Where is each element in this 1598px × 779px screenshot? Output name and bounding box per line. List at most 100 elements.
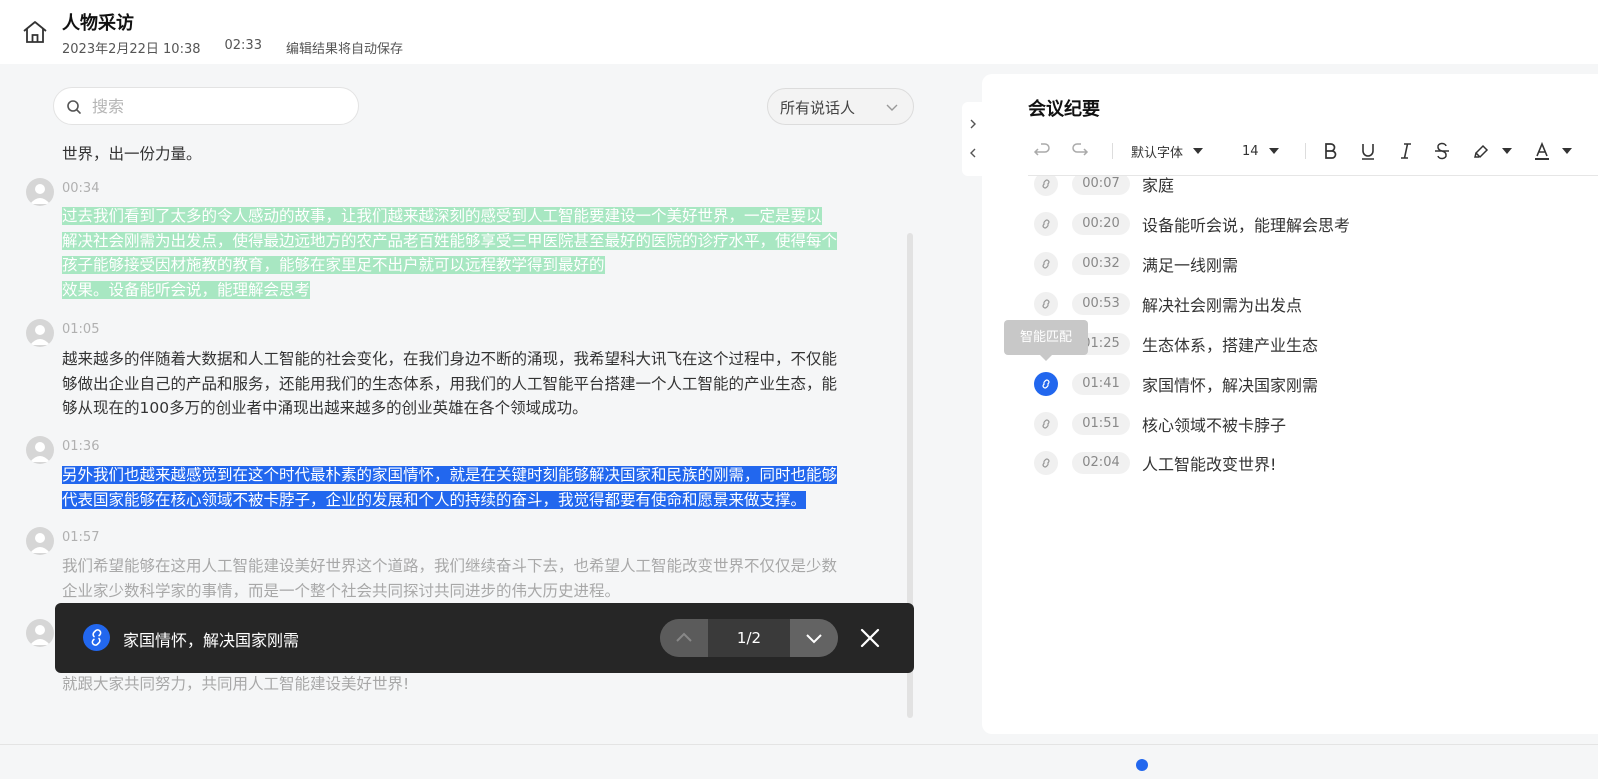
segment-text[interactable]: 另外我们也越来越感觉到在这个时代最朴素的家国情怀，就是在关键时刻能够解决国家和民… <box>62 463 888 512</box>
highlighted-text: 效果。设备能听会说，能理解会思考 <box>62 280 311 299</box>
key-point-time[interactable]: 01:41 <box>1072 373 1130 395</box>
key-point-item[interactable]: 01:51 核心领域不被卡脖子 <box>1032 411 1592 437</box>
key-points-list[interactable]: 00:07 家庭 00:20 设备能听会说，能理解会思考 00:32 满足一线刚… <box>982 176 1598 734</box>
link-icon[interactable] <box>1034 372 1058 396</box>
avatar[interactable] <box>26 527 54 555</box>
font-size-value: 14 <box>1242 143 1259 159</box>
recording-duration: 02:33 <box>224 38 262 53</box>
segment-text: 世界，出一份力量。 <box>62 145 202 163</box>
link-icon[interactable] <box>1034 292 1058 316</box>
highlighter-icon <box>1474 144 1489 159</box>
chevron-left-icon[interactable] <box>967 147 979 159</box>
key-point-time[interactable]: 00:20 <box>1072 213 1130 235</box>
toolbar-divider <box>1112 143 1113 159</box>
font-color-button[interactable] <box>1532 139 1572 163</box>
strikethrough-button[interactable] <box>1432 139 1452 163</box>
link-icon[interactable] <box>1034 252 1058 276</box>
highlight-color-button[interactable] <box>1472 139 1512 163</box>
key-point-item[interactable]: 02:04 人工智能改变世界! <box>1032 450 1592 476</box>
undo-icon <box>1033 143 1050 156</box>
recording-datetime: 2023年2月22日 10:38 <box>62 42 201 57</box>
match-navigation-bar: 家国情怀，解决国家刚需 1/2 <box>55 603 914 673</box>
key-point-label: 家国情怀，解决国家刚需 <box>1142 376 1319 395</box>
segment-timestamp[interactable]: 01:57 <box>62 530 99 545</box>
underline-button[interactable] <box>1358 139 1378 163</box>
key-point-label: 生态体系，搭建产业生态 <box>1142 336 1319 355</box>
key-point-label: 家庭 <box>1142 176 1175 195</box>
link-icon[interactable] <box>1034 412 1058 436</box>
bold-button[interactable] <box>1320 139 1340 163</box>
caret-down-icon <box>1193 148 1204 154</box>
highlighted-text: 解决社会刚需为出发点，使得最边远地方的农产品老百姓能够享受三甲医院甚至最好的医院… <box>62 231 838 250</box>
redo-button[interactable] <box>1070 139 1090 163</box>
speaker-filter-select[interactable]: 所有说话人 <box>767 88 914 125</box>
search-icon <box>67 100 81 114</box>
matched-text: 代表国家能够在核心领域不被卡脖子，企业的发展和个人的持续的奋斗，我觉得都要有使命… <box>62 490 807 509</box>
user-icon <box>30 533 50 553</box>
key-point-time[interactable]: 00:53 <box>1072 293 1130 315</box>
chevron-up-icon <box>676 632 692 642</box>
link-icon[interactable] <box>1034 212 1058 236</box>
undo-button[interactable] <box>1032 139 1052 163</box>
autosave-note: 编辑结果将自动保存 <box>285 42 403 57</box>
segment-text[interactable]: 就跟大家共同努力，共同用人工智能建设美好世界! <box>62 672 888 697</box>
segment-timestamp[interactable]: 00:34 <box>62 181 99 196</box>
match-pager: 1/2 <box>660 619 838 657</box>
segment-line: 够做出企业自己的产品和服务，还能用我们的生态体系，用我们的人工智能平台搭建一个人… <box>62 374 838 393</box>
key-point-item[interactable]: 00:20 设备能听会说，能理解会思考 <box>1032 211 1592 237</box>
segment-line: 企业家少数科学家的事情，而是一个整个社会共同探讨共同进步的伟大历史进程。 <box>62 581 621 600</box>
link-icon[interactable] <box>1034 176 1058 196</box>
user-icon <box>30 442 50 462</box>
playback-progress-handle[interactable] <box>1136 759 1148 771</box>
key-point-item[interactable]: 01:25 生态体系，搭建产业生态 <box>1032 331 1592 357</box>
meeting-minutes-panel: 会议纪要 默认字体 14 00:07 家庭 00:20 设备能听会说，能理解会思… <box>982 74 1598 734</box>
key-point-time[interactable]: 02:04 <box>1072 452 1130 474</box>
segment-text[interactable]: 越来越多的伴随着大数据和人工智能的社会变化，在我们身边不断的涌现，我希望科大讯飞… <box>62 347 888 421</box>
search-box[interactable] <box>53 87 359 125</box>
avatar[interactable] <box>26 619 54 647</box>
segment-timestamp[interactable]: 01:05 <box>62 322 99 337</box>
page-title: 人物采访 <box>62 13 134 34</box>
previous-match-button[interactable] <box>660 619 708 657</box>
search-input[interactable] <box>92 88 342 124</box>
match-text: 家国情怀，解决国家刚需 <box>123 631 300 650</box>
home-icon[interactable] <box>22 20 48 44</box>
key-point-time[interactable]: 01:51 <box>1072 413 1130 435</box>
key-point-item-active[interactable]: 01:41 家国情怀，解决国家刚需 <box>1032 371 1592 397</box>
key-point-time[interactable]: 00:07 <box>1072 176 1130 195</box>
font-size-select[interactable]: 14 <box>1242 139 1279 163</box>
key-point-label: 解决社会刚需为出发点 <box>1142 296 1303 315</box>
chevron-right-icon[interactable] <box>967 118 979 130</box>
segment-timestamp[interactable]: 01:36 <box>62 439 99 454</box>
caret-down-icon <box>1268 148 1279 154</box>
key-point-time[interactable]: 00:32 <box>1072 253 1130 275</box>
match-counter: 1/2 <box>736 629 762 647</box>
italic-icon <box>1401 143 1411 159</box>
font-color-icon <box>1535 141 1549 160</box>
recording-meta: 2023年2月22日 10:38 02:33 编辑结果将自动保存 <box>62 38 427 57</box>
key-point-item[interactable]: 00:32 满足一线刚需 <box>1032 251 1592 277</box>
link-icon[interactable] <box>1034 451 1058 475</box>
italic-button[interactable] <box>1396 139 1416 163</box>
avatar[interactable] <box>26 178 54 206</box>
key-point-label: 设备能听会说，能理解会思考 <box>1142 216 1351 235</box>
segment-text[interactable]: 我们希望能够在这用人工智能建设美好世界这个道路，我们继续奋斗下去，也希望人工智能… <box>62 554 888 603</box>
underline-icon <box>1362 144 1374 160</box>
user-icon <box>30 625 50 645</box>
avatar[interactable] <box>26 436 54 464</box>
highlighted-text: 孩子能够接受因材施教的教育，能够在家里足不出户就可以远程教学得到最好的 <box>62 256 605 274</box>
next-match-button[interactable] <box>790 619 838 657</box>
close-icon[interactable] <box>855 623 885 653</box>
avatar[interactable] <box>26 319 54 347</box>
key-point-label: 核心领域不被卡脖子 <box>1142 416 1287 435</box>
smart-match-tooltip: 智能匹配 <box>1004 320 1088 361</box>
highlighted-text: 过去我们看到了太多的令人感动的故事，让我们越来越深刻的感受到人工智能要建设一个美… <box>62 207 822 225</box>
font-family-select[interactable]: 默认字体 <box>1131 139 1204 163</box>
segment-text[interactable]: 过去我们看到了太多的令人感动的故事，让我们越来越深刻的感受到人工智能要建设一个美… <box>62 204 888 302</box>
caret-down-icon <box>1502 148 1512 154</box>
matched-text: 另外我们也越来越感觉到在这个时代最朴素的家国情怀，就是在关键时刻能够解决国家和民… <box>62 466 838 484</box>
key-point-item[interactable]: 00:53 解决社会刚需为出发点 <box>1032 291 1592 317</box>
minutes-title: 会议纪要 <box>1028 99 1100 120</box>
footer-divider <box>0 744 1598 745</box>
key-point-item[interactable]: 00:07 家庭 <box>1032 176 1592 197</box>
